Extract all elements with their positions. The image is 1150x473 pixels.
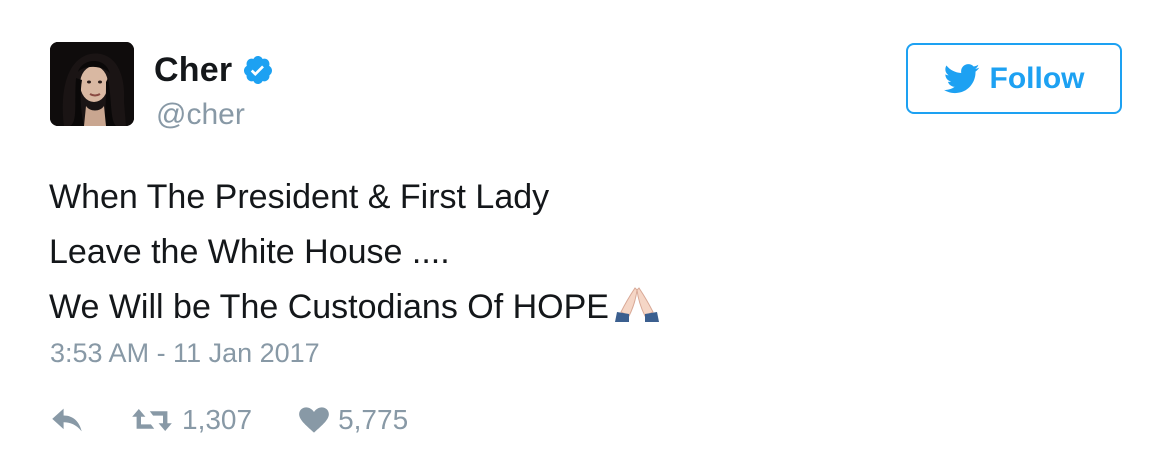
like-button[interactable]: 5,775	[298, 404, 408, 436]
tweet-card: Cher @cher Follow When The President & F…	[0, 0, 1150, 473]
tweet-actions: 1,307 5,775	[50, 398, 408, 442]
folded-hands-emoji-icon	[611, 284, 663, 324]
verified-badge-icon	[242, 54, 274, 86]
author-handle[interactable]: @cher	[156, 98, 245, 132]
profile-photo-icon	[50, 42, 134, 126]
tweet-text-line: When The President & First Lady	[49, 178, 550, 216]
twitter-bird-icon	[943, 63, 979, 93]
author-name-row: Cher	[154, 50, 274, 90]
tweet-text-line-with-emoji: We Will be The Custodians Of HOPE	[49, 280, 1099, 335]
retweet-icon	[132, 409, 172, 431]
retweet-button[interactable]: 1,307	[130, 404, 252, 436]
retweet-count: 1,307	[182, 404, 253, 435]
tweet-text-line: Leave the White House ....	[49, 233, 450, 271]
author-display-name[interactable]: Cher	[154, 51, 232, 90]
follow-button-label: Follow	[989, 61, 1085, 95]
heart-icon	[299, 407, 329, 433]
follow-button[interactable]: Follow	[906, 43, 1122, 114]
reply-button[interactable]	[50, 406, 84, 434]
avatar[interactable]	[50, 42, 134, 126]
reply-icon	[52, 408, 82, 432]
tweet-timestamp[interactable]: 3:53 AM - 11 Jan 2017	[50, 338, 320, 369]
like-count: 5,775	[338, 404, 409, 435]
tweet-text-line: We Will be The Custodians Of HOPE	[49, 288, 609, 326]
tweet-text: When The President & First Lady Leave th…	[49, 170, 1099, 335]
